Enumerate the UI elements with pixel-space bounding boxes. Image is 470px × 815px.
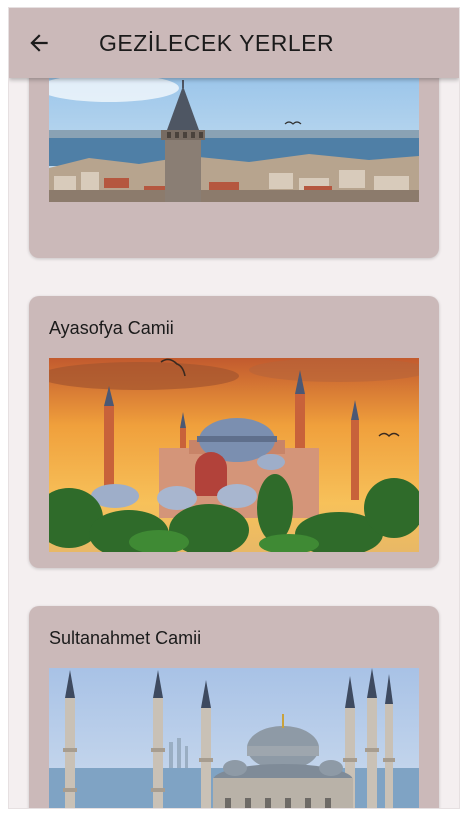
place-name: Ayasofya Camii: [49, 318, 174, 338]
places-list[interactable]: Ayasofya Camii Sultanahmet Camii: [9, 8, 459, 808]
place-name: Sultanahmet Camii: [49, 628, 202, 648]
galata-tower-photo: [49, 78, 419, 202]
blue-mosque-photo: [49, 668, 419, 808]
app-bar: GEZİLECEK YERLER: [9, 8, 459, 78]
place-card-sultanahmet[interactable]: Sultanahmet Camii: [29, 606, 439, 808]
place-image: [49, 668, 419, 808]
page-title: GEZİLECEK YERLER: [99, 29, 335, 56]
place-image: [49, 358, 419, 552]
hagia-sophia-photo: [49, 358, 419, 552]
arrow-left-icon: [30, 34, 48, 52]
back-button[interactable]: [9, 8, 69, 78]
app-frame: Ayasofya Camii Sultanahmet Camii GEZİLEC…: [9, 8, 459, 808]
place-image: [49, 78, 419, 202]
place-card-ayasofya[interactable]: Ayasofya Camii: [29, 296, 439, 568]
